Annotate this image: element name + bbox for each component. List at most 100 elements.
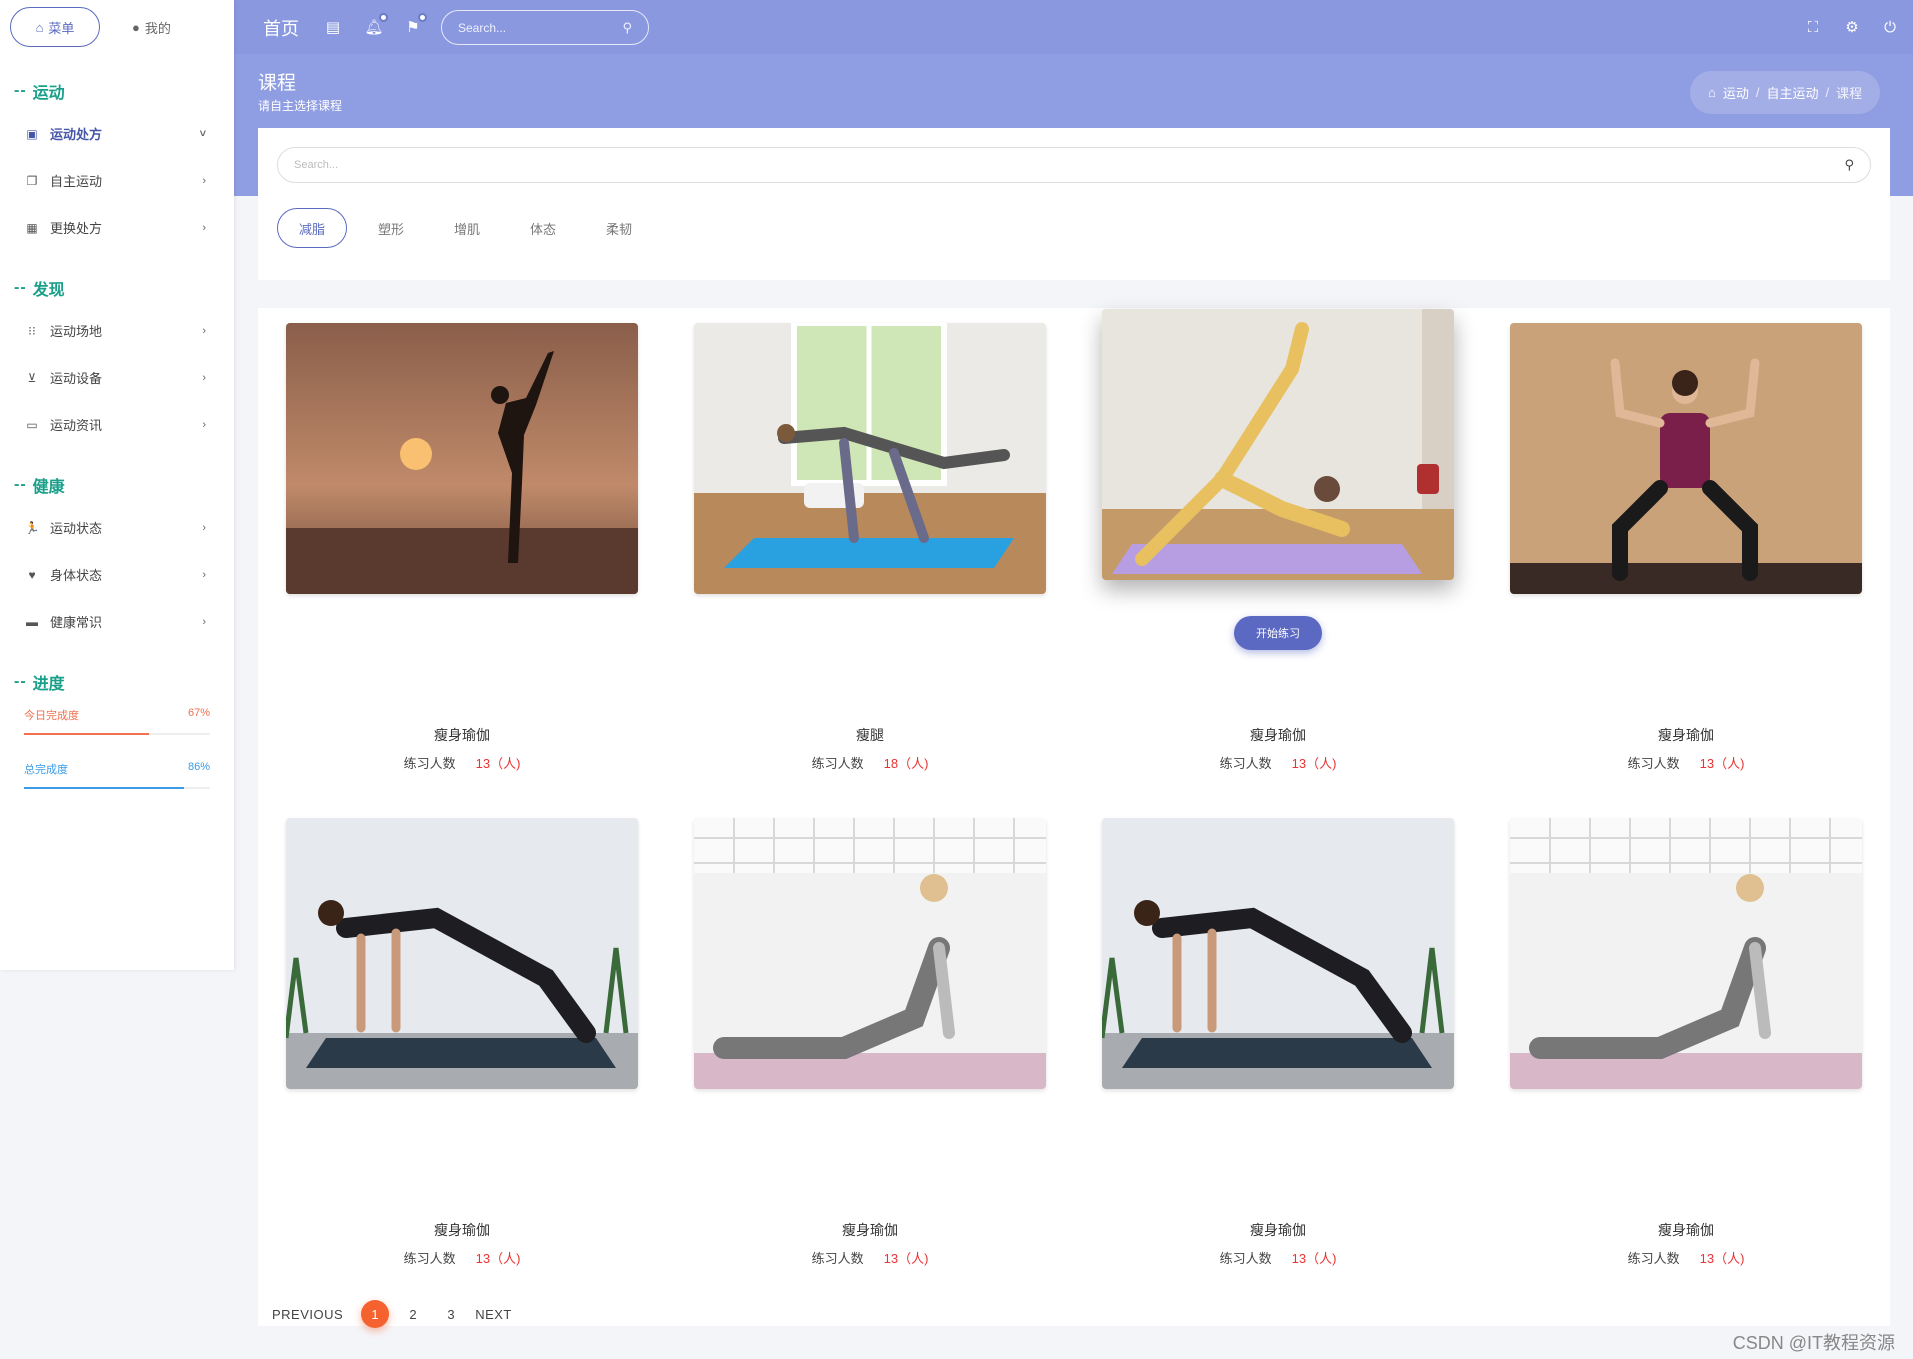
course-card[interactable]: 瘦身瑜伽 练习人数 13（人)	[694, 818, 1046, 1266]
sidebar-item-label: 身体状态	[50, 568, 103, 583]
search-placeholder: Search...	[458, 20, 507, 35]
chevron-right-icon: ›	[202, 174, 206, 187]
page-3-button[interactable]: 3	[437, 1300, 465, 1328]
search-icon[interactable]: ⚲	[1844, 157, 1854, 173]
course-card[interactable]: 瘦腿 练习人数 18（人)	[694, 323, 1046, 771]
search-placeholder: Search...	[294, 159, 339, 171]
page-1-button[interactable]: 1	[361, 1300, 390, 1328]
course-meta: 练习人数 13（人)	[1510, 753, 1862, 772]
tab-shaping[interactable]: 塑形	[353, 208, 429, 248]
tab-mine-label: 我的	[144, 20, 171, 36]
power-icon[interactable]: ⏻	[1880, 17, 1900, 37]
course-image-cobra[interactable]	[1510, 818, 1862, 1089]
course-image-cobra[interactable]	[694, 818, 1046, 1089]
tab-flexibility[interactable]: 柔韧	[581, 208, 657, 248]
tab-posture[interactable]: 体态	[505, 208, 581, 248]
course-card[interactable]: 瘦身瑜伽 练习人数 13（人)	[286, 818, 638, 1266]
user-icon: ●	[132, 19, 140, 35]
course-title: 瘦腿	[856, 727, 884, 743]
fullscreen-icon[interactable]: ⛶	[1803, 17, 1823, 37]
nav-home-link[interactable]: 首页	[263, 15, 299, 41]
prev-page-button[interactable]: PREVIOUS	[272, 1307, 343, 1322]
progress-fill	[24, 733, 149, 735]
notification-dot	[418, 13, 427, 22]
calendar-icon: ▦	[26, 220, 38, 235]
sidebar-item-news[interactable]: ▭ 运动资讯 ›	[0, 401, 234, 448]
sidebar-item-self-exercise[interactable]: ❐ 自主运动 ›	[0, 157, 234, 204]
book-icon: ▬	[26, 614, 38, 629]
course-meta: 练习人数 13（人)	[1102, 753, 1454, 772]
flag-icon[interactable]: ⚑	[403, 13, 427, 37]
sidebar: ⌂ 菜单 ● 我的 -- 运动 ▣ 运动处方 ˅ ❐ 自主运动 › ▦ 更换处方 …	[0, 0, 234, 970]
tab-menu[interactable]: ⌂ 菜单	[10, 7, 100, 47]
course-image-sunset-yoga[interactable]	[286, 323, 638, 594]
course-card[interactable]: 瘦身瑜伽 练习人数 13（人)	[1510, 323, 1862, 771]
sidebar-item-venues[interactable]: ⁝⁝ 运动场地 ›	[0, 307, 234, 354]
filter-card: Search... ⚲ 减脂 塑形 增肌 体态 柔韧	[258, 128, 1890, 280]
course-meta: 练习人数 13（人)	[1510, 1248, 1862, 1267]
tab-mine[interactable]: ● 我的	[114, 7, 189, 47]
tab-muscle-gain[interactable]: 增肌	[429, 208, 505, 248]
course-image-plank[interactable]	[286, 818, 638, 1089]
sidebar-item-health-knowledge[interactable]: ▬ 健康常识 ›	[0, 598, 234, 645]
course-search-input[interactable]: Search... ⚲	[277, 147, 1871, 183]
progress-today: 今日完成度 67%	[24, 707, 210, 723]
course-meta: 练习人数 18（人)	[694, 753, 1046, 772]
course-meta: 练习人数 13（人)	[1102, 1248, 1454, 1267]
gear-icon[interactable]: ⚙	[1842, 17, 1862, 37]
sidebar-item-prescription[interactable]: ▣ 运动处方 ˅	[0, 110, 234, 157]
progress-label: 总完成度	[24, 764, 68, 776]
progress-label: 今日完成度	[24, 710, 79, 722]
sidebar-item-exercise-status[interactable]: 🏃 运动状态 ›	[0, 504, 234, 551]
bell-icon[interactable]: 🔔︎	[364, 13, 388, 37]
course-card-hover[interactable]: 开始练习 瘦身瑜伽 练习人数 13（人)	[1102, 309, 1454, 771]
tab-fat-loss[interactable]: 减脂	[277, 208, 347, 248]
course-image-leg-slim[interactable]	[694, 323, 1046, 594]
course-image-squat-pose[interactable]	[1510, 323, 1862, 594]
search-icon[interactable]: ⚲	[622, 20, 632, 36]
sidebar-item-label: 运动处方	[50, 127, 103, 142]
sidebar-item-change-prescription[interactable]: ▦ 更换处方 ›	[0, 204, 234, 251]
sidebar-item-label: 更换处方	[50, 221, 103, 236]
course-grid: 瘦身瑜伽 练习人数 13（人) 瘦腿 练习人数 18（人) 开始练习 瘦身瑜伽 …	[258, 308, 1890, 1326]
course-card[interactable]: 瘦身瑜伽 练习人数 13（人)	[1102, 818, 1454, 1266]
watermark: CSDN @IT教程资源	[1732, 1333, 1895, 1353]
copy-icon: ❐	[26, 173, 38, 188]
course-card[interactable]: 瘦身瑜伽 练习人数 13（人)	[286, 323, 638, 771]
chevron-down-icon: ˅	[199, 127, 206, 140]
participant-count: 13（人)	[1291, 756, 1337, 771]
progress-value: 67%	[187, 707, 210, 719]
sidebar-toggle-icon[interactable]: ▤	[323, 17, 343, 37]
clipboard-icon: ▣	[26, 126, 38, 141]
progress-bar-today	[24, 733, 210, 735]
breadcrumb: ⌂ 运动 / 自主运动 / 课程	[1690, 71, 1881, 114]
sidebar-item-equipment[interactable]: ⊻ 运动设备 ›	[0, 354, 234, 401]
breadcrumb-item[interactable]: 自主运动	[1767, 83, 1819, 102]
start-practice-button[interactable]: 开始练习	[1234, 616, 1322, 650]
sidebar-item-label: 运动设备	[50, 371, 103, 386]
course-meta: 练习人数 13（人)	[286, 753, 638, 772]
running-icon: 🏃	[24, 520, 40, 535]
meta-label: 练习人数	[1627, 1251, 1680, 1266]
course-image-split-yoga[interactable]	[1102, 309, 1454, 580]
course-title: 瘦身瑜伽	[1250, 1222, 1306, 1238]
course-card[interactable]: 瘦身瑜伽 练习人数 13（人)	[1510, 818, 1862, 1266]
breadcrumb-item[interactable]: 运动	[1723, 83, 1749, 102]
next-page-button[interactable]: NEXT	[475, 1307, 512, 1322]
course-image-plank[interactable]	[1102, 818, 1454, 1089]
monitor-icon: ▭	[26, 417, 38, 432]
sidebar-item-label: 运动状态	[50, 521, 103, 536]
sidebar-item-body-status[interactable]: ♥ 身体状态 ›	[0, 551, 234, 598]
category-tabs: 减脂 塑形 增肌 体态 柔韧	[277, 208, 657, 248]
course-meta: 练习人数 13（人)	[694, 1248, 1046, 1267]
page-2-button[interactable]: 2	[399, 1300, 427, 1328]
course-meta: 练习人数 13（人)	[286, 1248, 638, 1267]
tab-menu-label: 菜单	[48, 20, 75, 36]
top-search-input[interactable]: Search... ⚲	[441, 10, 649, 45]
grid-icon: ⁝⁝	[28, 323, 36, 338]
progress-bar-total	[24, 787, 210, 789]
sidebar-tabs: ⌂ 菜单 ● 我的	[0, 0, 234, 54]
progress-fill	[24, 787, 184, 789]
course-title: 瘦身瑜伽	[1658, 1222, 1714, 1238]
meta-label: 练习人数	[1219, 756, 1272, 771]
